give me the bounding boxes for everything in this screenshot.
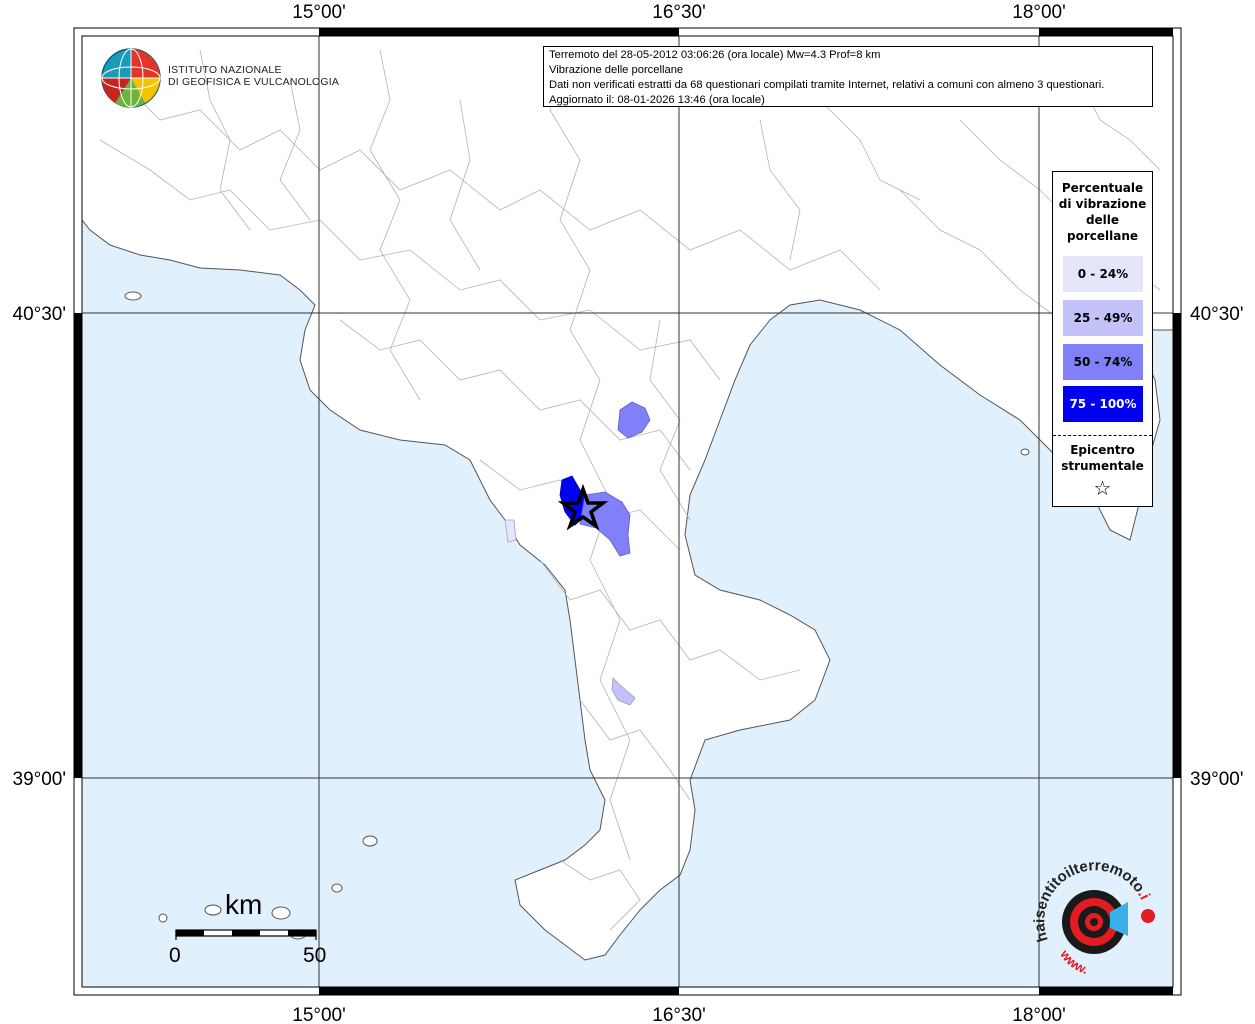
bottom-label-15: 15°00' [292, 1005, 346, 1024]
island [158, 913, 168, 923]
legend-class-25-49: 25 - 49% [1063, 300, 1143, 336]
map-subject: Vibrazione delle porcellane [549, 64, 684, 76]
legend-title-line: porcellane [1066, 229, 1138, 243]
update-time: Aggiornato il: 08-01-2026 13:46 (ora loc… [549, 94, 765, 106]
left-label-39: 39°00' [13, 769, 67, 790]
legend-title-line: delle [1085, 213, 1120, 227]
legend-separator [1053, 435, 1152, 436]
ingv-globe-icon [101, 48, 161, 108]
hs-logo-main: ilterremoto [1062, 862, 1148, 896]
ingv-logo-line2: DI GEOFISICA E VULCANOLOGIA [168, 76, 340, 88]
data-note: Dati non verificati estratti da 68 quest… [549, 79, 1105, 91]
legend-epicenter-line: strumentale [1061, 459, 1144, 473]
event-title: Terremoto del 28-05-2012 03:06:26 (ora l… [549, 49, 881, 61]
island [362, 835, 378, 847]
right-label-40-30: 40°30' [1190, 304, 1244, 325]
bottom-label-18: 18°00' [1012, 1005, 1066, 1024]
legend-title: Percentuale di vibrazione delle porcella… [1053, 172, 1152, 244]
ingv-logo: ISTITUTO NAZIONALE DI GEOFISICA E VULCAN… [168, 64, 339, 88]
scale-unit: km [225, 889, 263, 920]
event-info-box: Terremoto del 28-05-2012 03:06:26 (ora l… [543, 46, 1153, 107]
island [271, 906, 291, 920]
island [331, 883, 343, 893]
legend: Percentuale di vibrazione delle porcella… [1052, 171, 1153, 507]
scale-end: 50 [303, 944, 327, 967]
scale-start: 0 [169, 944, 181, 967]
island [204, 904, 222, 916]
left-label-40-30: 40°30' [13, 304, 67, 325]
legend-title-line: Percentuale [1061, 181, 1144, 195]
top-label-18: 18°00' [1012, 2, 1066, 23]
island [1020, 448, 1030, 456]
hai-sentito-logo: haisentitoilterremoto.it www. [1030, 862, 1155, 977]
bottom-label-16-30: 16°30' [652, 1005, 706, 1024]
ingv-logo-line1: ISTITUTO NAZIONALE [168, 64, 282, 76]
legend-star-icon: ☆ [1093, 476, 1112, 500]
top-label-15: 15°00' [292, 2, 346, 23]
legend-class-50-74: 50 - 74% [1063, 344, 1143, 380]
map-area [81, 35, 1174, 987]
top-label-16-30: 16°30' [652, 2, 706, 23]
legend-epicenter-line: Epicentro [1070, 443, 1135, 457]
legend-title-line: di vibrazione [1058, 197, 1147, 211]
legend-epicenter-label: Epicentro strumentale [1053, 442, 1152, 474]
legend-class-75-100: 75 - 100% [1063, 386, 1143, 422]
legend-class-0-24: 0 - 24% [1063, 256, 1143, 292]
island [124, 291, 142, 301]
right-label-39: 39°00' [1190, 769, 1244, 790]
